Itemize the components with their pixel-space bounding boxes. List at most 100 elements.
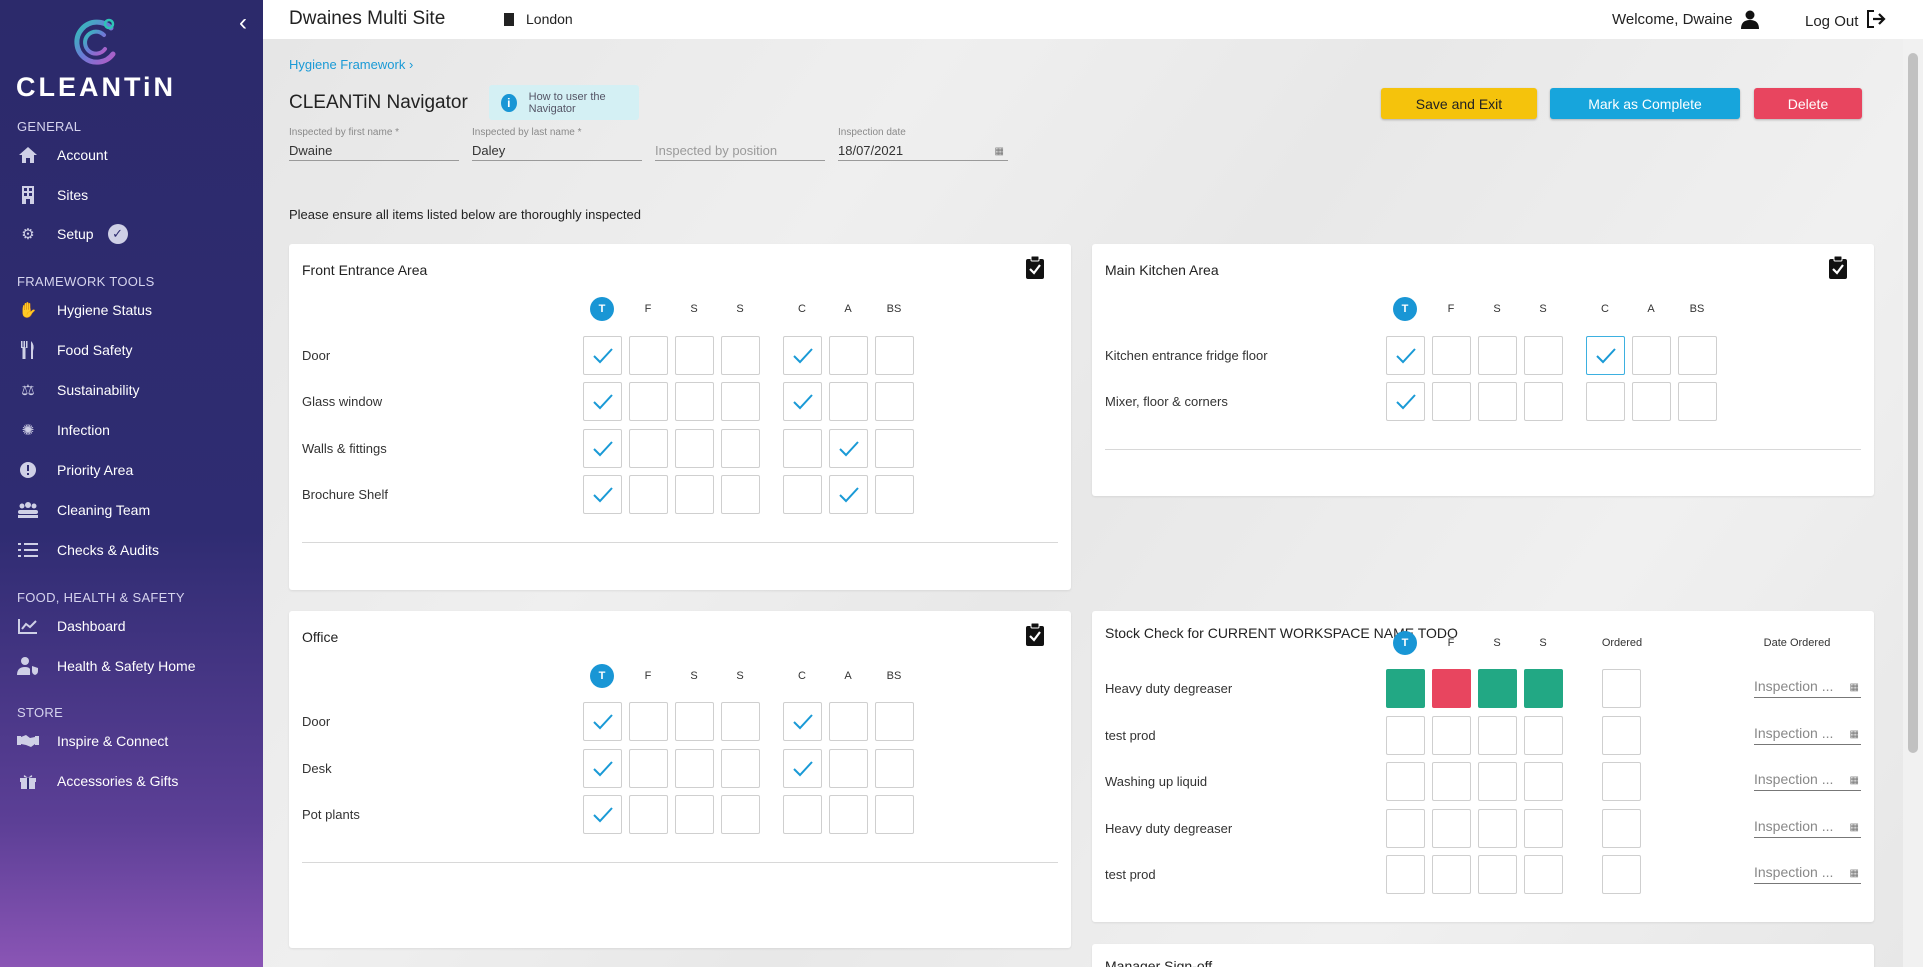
nav-cleaning-team[interactable]: Cleaning Team [17,498,247,522]
status-cell[interactable] [1432,762,1471,801]
nav-infection[interactable]: ✺ Infection [17,418,247,442]
nav-sustainability[interactable]: ⚖ Sustainability [17,378,247,402]
checkbox[interactable] [1432,336,1471,375]
status-cell-green[interactable] [1478,669,1517,708]
calendar-icon[interactable]: ▦ [1850,775,1859,786]
checkbox[interactable] [675,382,714,421]
status-cell[interactable] [1478,762,1517,801]
checkbox[interactable] [629,475,668,514]
last-name-field[interactable]: Inspected by last name * Daley [472,127,642,161]
checkbox[interactable] [1432,382,1471,421]
checkbox[interactable] [783,429,822,468]
checkbox-checked[interactable] [583,795,622,834]
ordered-checkbox[interactable] [1602,716,1641,755]
checkbox[interactable] [1678,336,1717,375]
calendar-icon[interactable]: ▦ [995,146,1004,157]
status-cell[interactable] [1386,762,1425,801]
checkbox[interactable] [675,702,714,741]
date-ordered-input[interactable]: Inspection ... ▦ [1754,818,1861,838]
checkbox[interactable] [721,336,760,375]
checkbox-checked[interactable] [829,429,868,468]
status-cell[interactable] [1524,716,1563,755]
nav-sites[interactable]: Sites [17,183,247,207]
status-cell[interactable] [1386,855,1425,894]
calendar-icon[interactable]: ▦ [1850,729,1859,740]
checkbox-checked[interactable] [1586,336,1625,375]
checkbox[interactable] [875,382,914,421]
first-name-field[interactable]: Inspected by first name * Dwaine [289,127,459,161]
checkbox[interactable] [875,795,914,834]
status-cell-green[interactable] [1386,669,1425,708]
checkbox-checked[interactable] [829,475,868,514]
checkbox[interactable] [721,475,760,514]
checkbox[interactable] [1478,382,1517,421]
checkbox[interactable] [721,429,760,468]
ordered-checkbox[interactable] [1602,855,1641,894]
checkbox[interactable] [875,429,914,468]
checkbox-checked[interactable] [783,749,822,788]
checkbox[interactable] [675,795,714,834]
nav-inspire-connect[interactable]: Inspire & Connect [17,729,247,753]
checkbox[interactable] [629,795,668,834]
status-cell[interactable] [1524,855,1563,894]
nav-priority-area[interactable]: Priority Area [17,458,247,482]
checkbox[interactable] [1524,382,1563,421]
scrollbar[interactable] [1903,39,1923,967]
delete-button[interactable]: Delete [1754,88,1862,119]
status-cell[interactable] [1432,716,1471,755]
checkbox[interactable] [875,749,914,788]
checkbox[interactable] [721,702,760,741]
nav-hygiene-status[interactable]: ✋ Hygiene Status [17,298,247,322]
checkbox[interactable] [721,795,760,834]
checkbox[interactable] [1524,336,1563,375]
nav-setup[interactable]: ⚙ Setup ✓ [17,222,247,246]
status-cell[interactable] [1386,809,1425,848]
checkbox-checked[interactable] [583,702,622,741]
mark-complete-button[interactable]: Mark as Complete [1550,88,1740,119]
checkbox[interactable] [783,475,822,514]
ordered-checkbox[interactable] [1602,669,1641,708]
checkbox[interactable] [1478,336,1517,375]
date-ordered-input[interactable]: Inspection ... ▦ [1754,725,1861,745]
status-cell-red[interactable] [1432,669,1471,708]
status-cell-green[interactable] [1524,669,1563,708]
checkbox[interactable] [675,336,714,375]
nav-account[interactable]: Account [17,143,247,167]
inspection-date-input[interactable]: 18/07/2021 ▦ [838,139,1008,161]
ordered-checkbox[interactable] [1602,762,1641,801]
status-cell[interactable] [1478,809,1517,848]
status-cell[interactable] [1386,716,1425,755]
nav-checks-audits[interactable]: Checks & Audits [17,538,247,562]
calendar-icon[interactable]: ▦ [1850,822,1859,833]
checkbox-checked[interactable] [783,702,822,741]
checkbox[interactable] [1586,382,1625,421]
checkbox[interactable] [629,336,668,375]
collapse-sidebar-icon[interactable]: ‹ [232,10,254,36]
status-cell[interactable] [1432,855,1471,894]
inspection-date-field[interactable]: Inspection date 18/07/2021 ▦ [838,127,1008,161]
date-ordered-input[interactable]: Inspection ... ▦ [1754,864,1861,884]
checkbox[interactable] [675,749,714,788]
checkbox[interactable] [675,475,714,514]
checkbox-checked[interactable] [583,336,622,375]
checkbox[interactable] [721,749,760,788]
checkbox[interactable] [629,749,668,788]
checkbox-checked[interactable] [1386,382,1425,421]
checkbox[interactable] [1632,382,1671,421]
breadcrumb-link[interactable]: Hygiene Framework [289,57,405,72]
checkbox[interactable] [629,429,668,468]
clipboard-check-icon[interactable] [1025,255,1045,280]
checkbox-checked[interactable] [583,429,622,468]
position-input[interactable]: Inspected by position [655,139,825,161]
user-icon[interactable] [1740,10,1759,29]
date-ordered-input[interactable]: Inspection ... ▦ [1754,678,1861,698]
last-name-input[interactable]: Daley [472,139,642,161]
checkbox-checked[interactable] [583,749,622,788]
nav-food-safety[interactable]: Food Safety [17,338,247,362]
nav-accessories-gifts[interactable]: Accessories & Gifts [17,769,247,793]
breadcrumb[interactable]: Hygiene Framework › [289,57,413,72]
checkbox-checked[interactable] [783,336,822,375]
checkbox[interactable] [829,336,868,375]
nav-dashboard[interactable]: Dashboard [17,614,247,638]
howto-button[interactable]: i How to user the Navigator [489,85,639,120]
